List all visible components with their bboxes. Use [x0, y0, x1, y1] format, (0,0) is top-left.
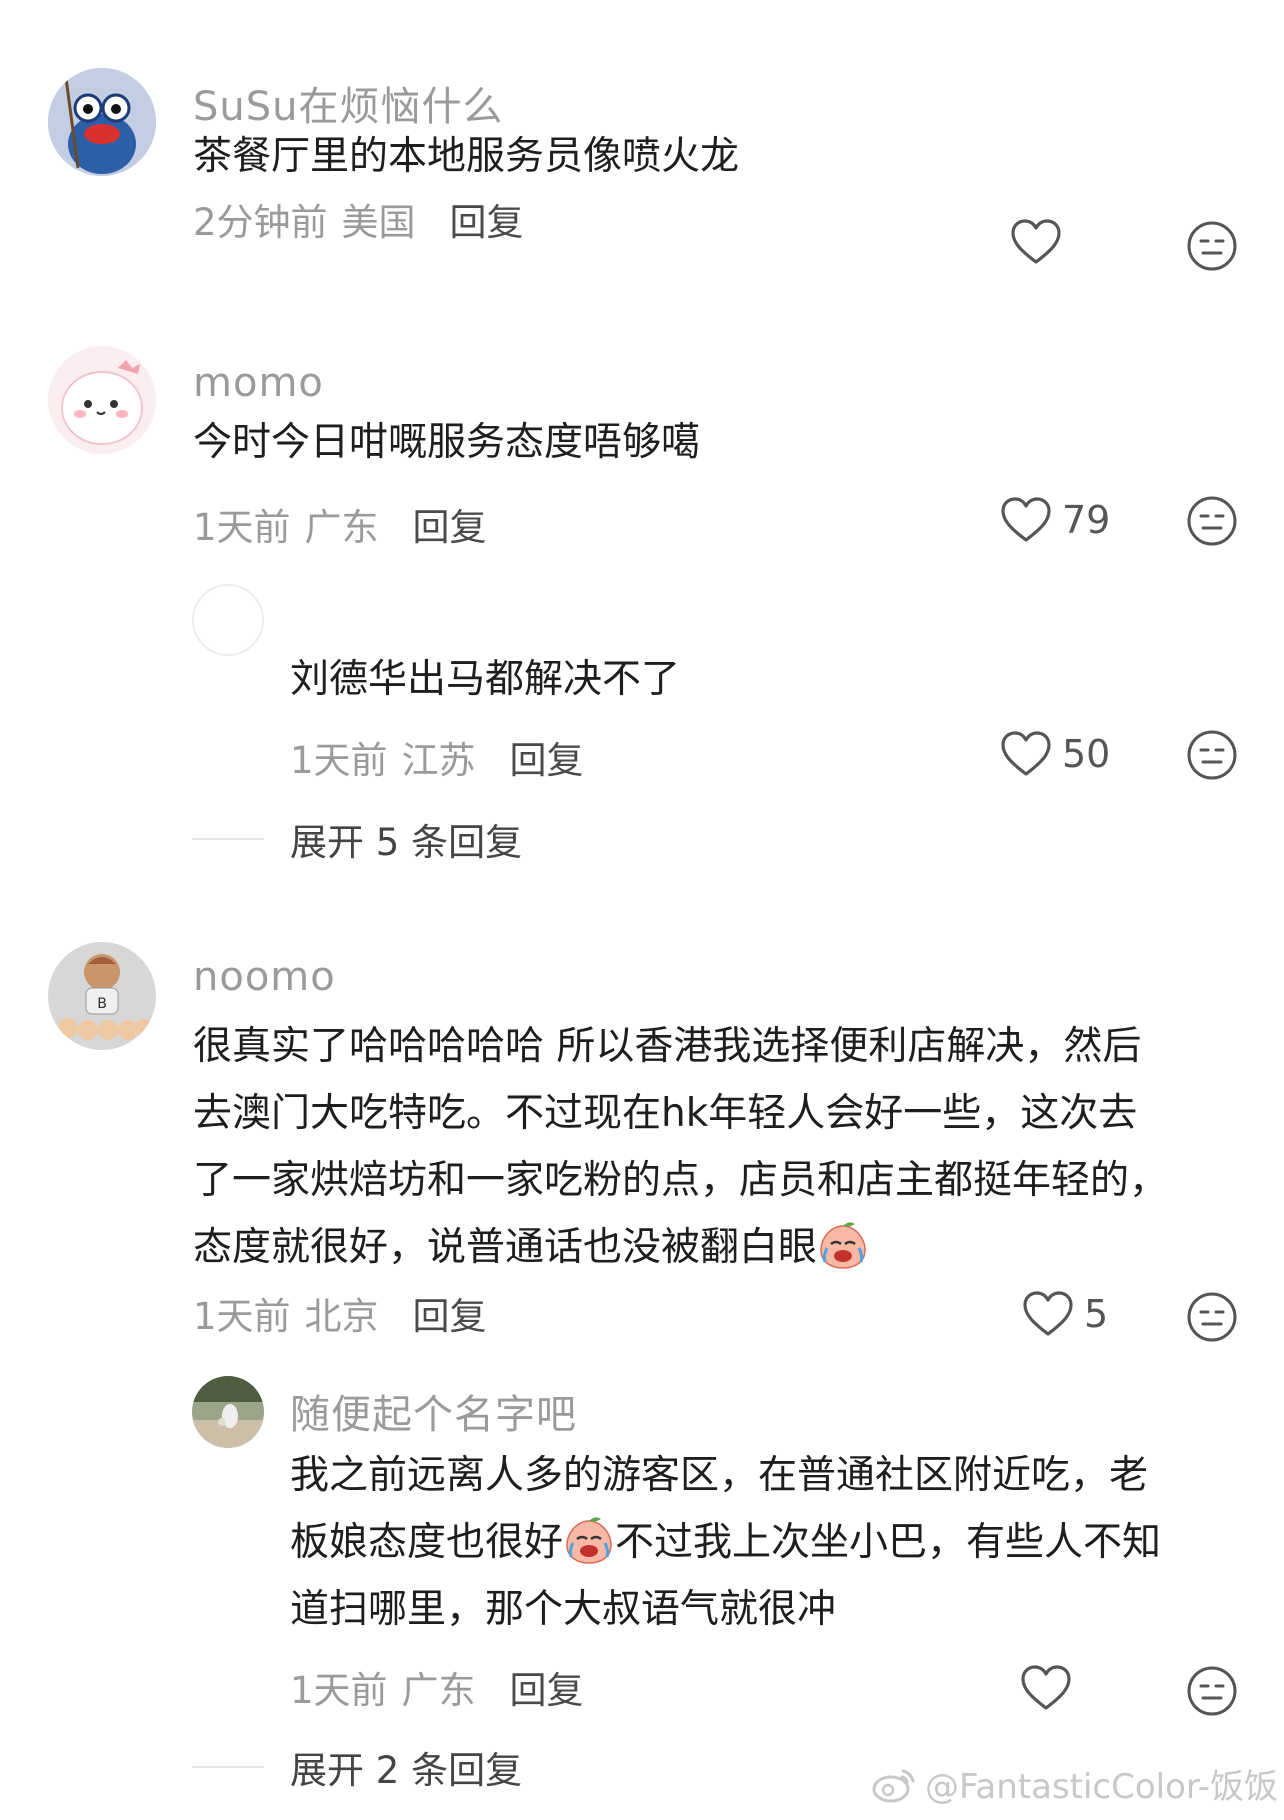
avatar[interactable]: [48, 346, 156, 454]
comment-meta: 1天前 北京 回复: [193, 1286, 487, 1340]
reply-button[interactable]: 回复: [510, 1660, 584, 1714]
comment-text: 茶餐厅里的本地服务员像喷火龙: [193, 134, 740, 179]
heart-outline-icon: [1001, 497, 1051, 542]
like-button[interactable]: [1010, 218, 1072, 266]
like-button[interactable]: 5: [1022, 1290, 1108, 1338]
reply-button[interactable]: 回复: [450, 192, 524, 246]
like-count: 79: [1062, 498, 1111, 542]
comment-text-line: 板娘态度也很好 不过我上次坐小巴，有些人不知: [290, 1509, 1161, 1576]
expand-replies-label: 展开 2 条回复: [290, 1749, 523, 1792]
neutral-face-icon[interactable]: [1186, 1665, 1238, 1717]
heart-outline-icon: [1021, 1665, 1071, 1710]
comment-text-line: 道扫哪里，那个大叔语气就很冲: [290, 1587, 837, 1632]
neutral-face-icon[interactable]: [1186, 1291, 1238, 1343]
comment-text: 今时今日咁嘅服务态度唔够噶: [193, 420, 701, 465]
watermark-text: @FantasticColor-饭饭: [924, 1767, 1278, 1807]
watermark: @FantasticColor-饭饭: [871, 1759, 1278, 1808]
crying-laughing-peach-emoji: [566, 1517, 612, 1564]
timestamp: 1天前: [290, 1669, 388, 1712]
expand-replies-label: 展开 5 条回复: [290, 821, 523, 864]
reply-button[interactable]: 回复: [510, 730, 584, 784]
expand-replies-button[interactable]: 展开 2 条回复: [192, 1740, 522, 1794]
crying-laughing-peach-emoji: [820, 1222, 866, 1269]
avatar[interactable]: [48, 68, 156, 176]
heart-outline-icon: [1001, 731, 1051, 776]
location: 广东: [304, 506, 379, 549]
timestamp: 1天前: [290, 739, 388, 782]
heart-outline-icon: [1011, 219, 1061, 264]
svg-text:B: B: [97, 996, 107, 1012]
location: 江苏: [401, 739, 476, 782]
neutral-face-icon[interactable]: [1186, 220, 1238, 272]
comment-meta: 1天前 广东 回复: [290, 1660, 584, 1714]
comment-meta: 1天前 江苏 回复: [290, 730, 584, 784]
reply-button[interactable]: 回复: [413, 1286, 487, 1340]
comment-meta: 1天前 广东 回复: [193, 497, 487, 551]
comment-text: 刘德华出马都解决不了: [290, 657, 681, 702]
location: 美国: [341, 201, 416, 244]
timestamp: 1天前: [193, 1295, 291, 1338]
comment-meta: 2分钟前 美国 回复: [193, 192, 524, 246]
avatar[interactable]: B: [48, 942, 156, 1050]
username[interactable]: 随便起个名字吧: [290, 1382, 577, 1440]
comment-text-line: 了一家烘焙坊和一家吃粉的点，店员和店主都挺年轻的，: [193, 1158, 1169, 1203]
reply-button[interactable]: 回复: [413, 497, 487, 551]
comment-text-line: 去澳门大吃特吃。不过现在hk年轻人会好一些，这次去: [193, 1091, 1138, 1136]
like-count: 50: [1062, 732, 1111, 776]
username[interactable]: momo: [193, 360, 324, 406]
neutral-face-icon[interactable]: [1186, 729, 1238, 781]
comment-text-line: 很真实了哈哈哈哈哈 所以香港我选择便利店解决，然后: [193, 1024, 1142, 1069]
neutral-face-icon[interactable]: [1186, 495, 1238, 547]
weibo-logo-icon: [872, 1769, 915, 1802]
username[interactable]: noomo: [193, 954, 336, 1000]
avatar[interactable]: [192, 584, 264, 656]
like-button[interactable]: [1020, 1664, 1082, 1712]
timestamp: 1天前: [193, 506, 291, 549]
comment-text-line: 我之前远离人多的游客区，在普通社区附近吃，老: [290, 1453, 1149, 1498]
divider: [192, 1766, 264, 1768]
divider: [192, 838, 264, 840]
expand-replies-button[interactable]: 展开 5 条回复: [192, 812, 522, 866]
timestamp: 2分钟前: [193, 201, 328, 244]
heart-outline-icon: [1023, 1291, 1073, 1336]
like-count: 5: [1084, 1292, 1109, 1336]
location: 北京: [304, 1295, 379, 1338]
comment-text-line: 态度就很好，说普通话也没被翻白眼: [193, 1214, 869, 1281]
like-button[interactable]: 79: [1000, 496, 1110, 544]
avatar[interactable]: [192, 1376, 264, 1448]
like-button[interactable]: 50: [1000, 730, 1110, 778]
location: 广东: [401, 1669, 476, 1712]
